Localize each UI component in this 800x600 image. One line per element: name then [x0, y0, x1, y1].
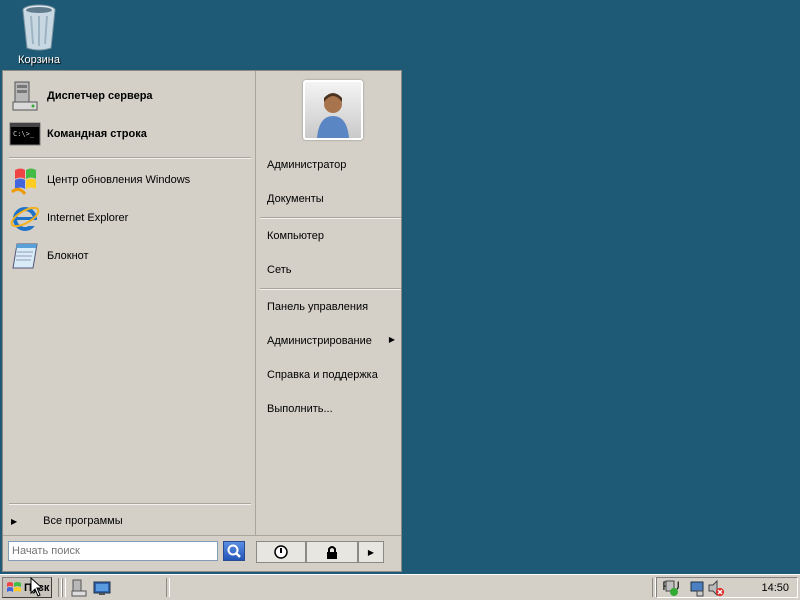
link-help-support[interactable]: Справка и поддержка [267, 369, 378, 381]
svg-text:C:\>_: C:\>_ [13, 130, 35, 138]
command-prompt-icon: C:\>_ [9, 118, 41, 150]
program-notepad[interactable]: Блокнот [9, 239, 249, 273]
link-control-panel[interactable]: Панель управления [267, 301, 368, 313]
mouse-cursor-icon [30, 577, 44, 597]
lock-icon [327, 546, 337, 559]
start-button[interactable]: Пуск [2, 577, 52, 598]
system-tray: 14:50 [656, 577, 798, 598]
program-label: Центр обновления Windows [47, 174, 191, 186]
shutdown-options-button[interactable]: ▶ [358, 541, 384, 563]
divider [9, 503, 251, 505]
lock-button[interactable] [306, 541, 358, 563]
notepad-icon [9, 240, 41, 272]
power-icon [274, 545, 288, 559]
taskbar: Пуск RU [0, 574, 800, 600]
link-administrator[interactable]: Администратор [267, 159, 346, 171]
program-windows-update[interactable]: Центр обновления Windows [9, 163, 249, 197]
server-manager-icon [71, 579, 87, 597]
start-menu-programs-pane: Диспетчер сервера C:\>_ Командная строка [3, 71, 256, 535]
program-label: Блокнот [47, 250, 89, 262]
power-button[interactable] [256, 541, 306, 563]
program-server-manager[interactable]: Диспетчер сервера [9, 79, 249, 113]
desktop-icon-recycle-bin[interactable]: Корзина [10, 2, 68, 66]
user-icon [317, 93, 349, 138]
link-documents[interactable]: Документы [267, 193, 324, 205]
recycle-bin-icon [19, 2, 59, 52]
divider [166, 578, 170, 597]
start-menu: Диспетчер сервера C:\>_ Командная строка [2, 70, 402, 572]
power-buttons: ▶ [256, 541, 384, 563]
all-programs-button[interactable]: ▶ Все программы [11, 511, 251, 531]
user-avatar[interactable] [303, 80, 363, 140]
quicklaunch-show-desktop[interactable] [93, 579, 111, 597]
clock[interactable]: 14:50 [761, 582, 789, 594]
link-administration: Администрирование [267, 335, 372, 347]
program-label: Internet Explorer [47, 212, 129, 224]
internet-explorer-icon [9, 202, 41, 234]
program-label: Командная строка [47, 128, 147, 140]
quicklaunch-server-manager[interactable] [70, 579, 88, 597]
link-network[interactable]: Сеть [267, 264, 291, 276]
program-label: Диспетчер сервера [47, 90, 153, 102]
arrow-right-icon: ▶ [11, 516, 18, 526]
security-icon[interactable] [689, 579, 707, 600]
submenu-arrow-icon: ▶ [388, 335, 395, 344]
start-menu-places-pane: Администратор Документы Компьютер Сеть П… [256, 71, 401, 535]
divider [62, 578, 66, 597]
network-icon[interactable] [663, 579, 681, 600]
search-button[interactable] [223, 541, 245, 561]
all-programs-label: Все программы [43, 515, 123, 527]
desktop-icon-label: Корзина [18, 54, 60, 66]
arrow-right-icon: ▶ [367, 547, 375, 557]
link-administration-row[interactable]: Администрирование ▶ [256, 332, 401, 350]
link-run[interactable]: Выполнить... [267, 403, 333, 415]
divider [260, 288, 401, 290]
program-command-prompt[interactable]: C:\>_ Командная строка [9, 117, 249, 151]
program-internet-explorer[interactable]: Internet Explorer [9, 201, 249, 235]
start-menu-bottom-bar: ▶ [3, 535, 401, 572]
show-desktop-icon [93, 581, 111, 595]
search-input[interactable] [8, 541, 218, 561]
windows-update-icon [9, 164, 41, 196]
divider [260, 217, 401, 219]
divider [9, 157, 251, 159]
windows-logo-icon [7, 581, 21, 592]
server-manager-icon [9, 80, 41, 112]
volume-muted-icon[interactable] [707, 579, 725, 600]
link-computer[interactable]: Компьютер [267, 230, 324, 242]
search-icon [227, 544, 241, 558]
